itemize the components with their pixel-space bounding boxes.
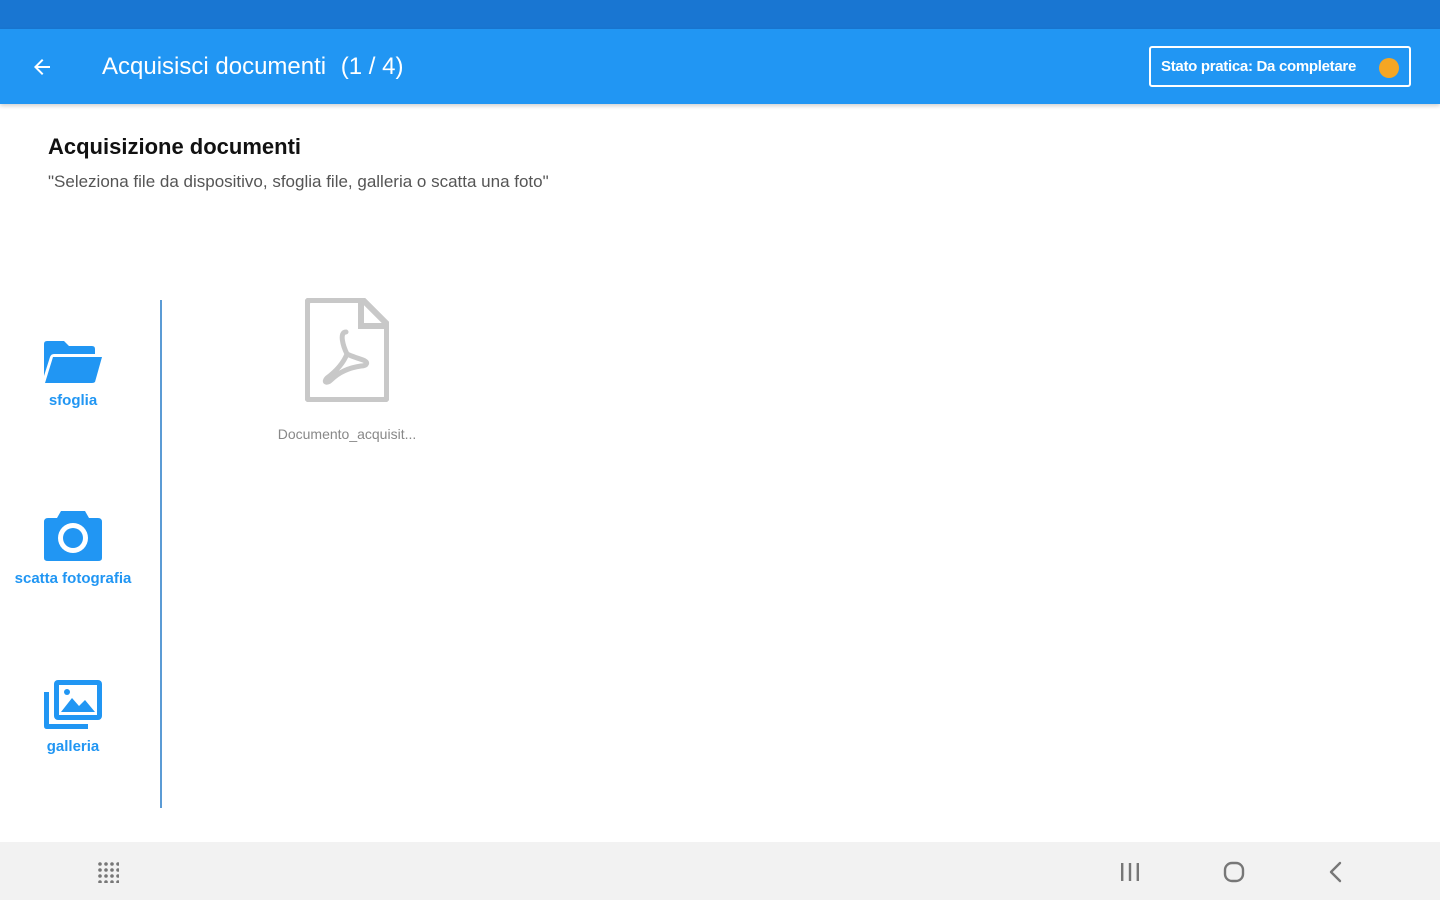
gallery-label: galleria [46, 738, 100, 755]
status-badge-label: Stato pratica: Da completare [1161, 58, 1356, 75]
document-name: Documento_acquisit... [277, 426, 417, 442]
arrow-left-icon [34, 59, 50, 75]
browse-label: sfoglia [48, 392, 98, 409]
document-item[interactable]: Documento_acquisit... [262, 298, 432, 442]
panel-divider [160, 300, 162, 808]
system-back-button[interactable] [1320, 856, 1352, 888]
chevron-left-icon [1329, 861, 1342, 883]
home-icon [1223, 861, 1245, 883]
system-status-bar [0, 0, 1440, 29]
apps-grid-button[interactable] [92, 856, 124, 888]
apps-grid-icon [98, 862, 119, 883]
acquisition-actions-panel: sfoglia scatta fotografia galleria [0, 300, 162, 808]
page-counter: (1 / 4) [340, 53, 404, 80]
section-title: Acquisizione documenti [48, 134, 302, 159]
status-indicator-dot [1379, 58, 1399, 78]
pdf-file-icon [305, 298, 389, 402]
browse-button[interactable]: sfoglia [0, 340, 146, 409]
status-badge[interactable]: Stato pratica: Da completare [1149, 46, 1411, 87]
camera-icon [44, 511, 102, 561]
gallery-button[interactable]: galleria [0, 678, 146, 755]
section-subtitle: "Seleziona file da dispositivo, sfoglia … [48, 172, 549, 191]
home-button[interactable] [1218, 856, 1250, 888]
system-navigation-bar [0, 842, 1440, 900]
folder-open-icon [44, 341, 102, 383]
gallery-icon [44, 680, 102, 729]
back-button[interactable] [22, 47, 62, 87]
take-photo-button[interactable]: scatta fotografia [0, 508, 146, 587]
app-bar: Acquisisci documenti (1 / 4) Stato prati… [0, 29, 1440, 104]
page-title: Acquisisci documenti (1 / 4) [102, 29, 403, 104]
take-photo-label: scatta fotografia [14, 570, 132, 587]
recent-apps-button[interactable] [1114, 856, 1146, 888]
recent-apps-icon [1121, 863, 1139, 881]
page-title-text: Acquisisci documenti [102, 53, 327, 80]
